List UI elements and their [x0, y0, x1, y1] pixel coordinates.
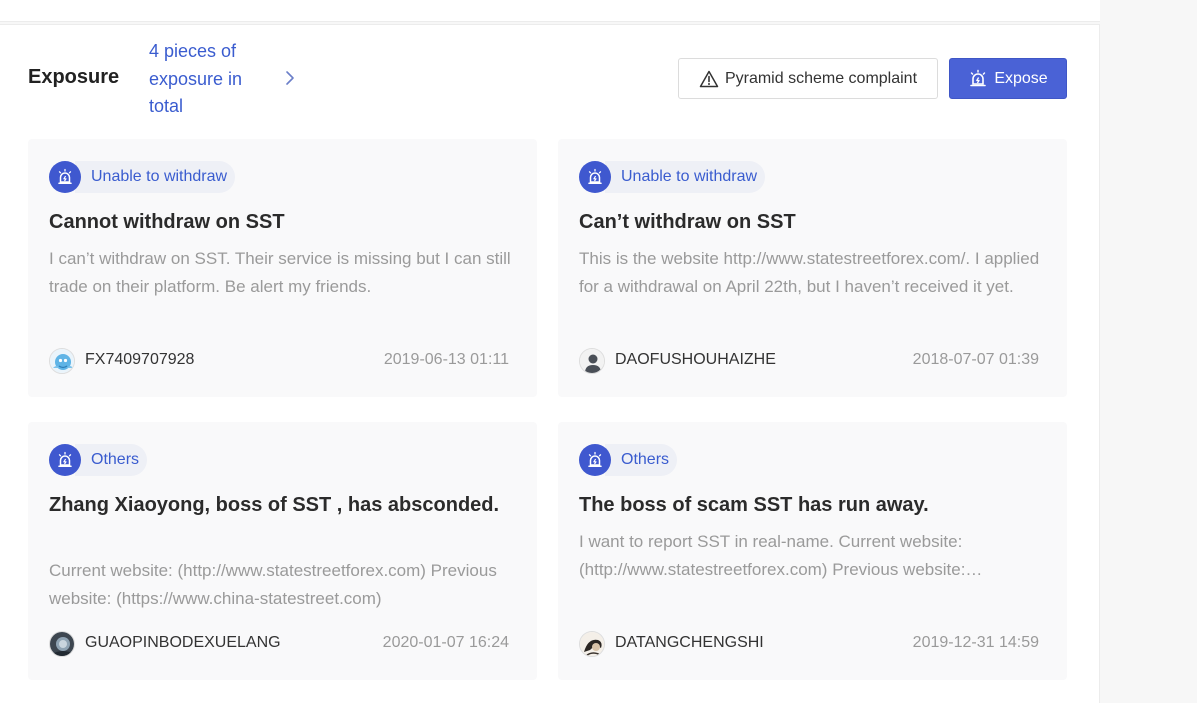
card-title: The boss of scam SST has run away.: [579, 494, 929, 516]
expose-label: Expose: [994, 69, 1048, 87]
card-title: Zhang Xiaoyong, boss of SST , has abscon…: [49, 494, 500, 516]
category-tag-label: Unable to withdraw: [605, 161, 766, 193]
username[interactable]: DAOFUSHOUHAIZHE: [615, 351, 776, 369]
exposure-count-link[interactable]: 4 pieces of exposure in total: [149, 38, 269, 121]
card-title: Cannot withdraw on SST: [49, 211, 285, 233]
exposure-card[interactable]: Others Zhang Xiaoyong, boss of SST , has…: [28, 422, 537, 680]
category-tag: Others: [49, 444, 148, 476]
expose-button[interactable]: Expose: [949, 58, 1067, 99]
username[interactable]: GUAOPINBODEXUELANG: [85, 634, 281, 652]
post-date: 2020-01-07 16:24: [382, 634, 509, 651]
card-body: This is the website http://www.statestre…: [579, 249, 1040, 296]
avatar: [49, 348, 75, 374]
card-body: Current website: (http://www.statestreet…: [49, 561, 497, 608]
category-tag-label: Others: [605, 444, 678, 476]
post-date: 2019-12-31 14:59: [912, 634, 1039, 651]
page-title: Exposure: [28, 66, 120, 88]
category-tag-label: Unable to withdraw: [75, 161, 236, 193]
pyramid-complaint-button[interactable]: Pyramid scheme complaint: [678, 58, 938, 99]
chevron-right-icon[interactable]: [283, 68, 297, 88]
card-body: I can’t withdraw on SST. Their service i…: [49, 249, 511, 296]
warning-icon: [699, 70, 719, 87]
alarm-icon: [49, 161, 81, 193]
category-tag: Unable to withdraw: [49, 161, 236, 193]
pyramid-complaint-label: Pyramid scheme complaint: [724, 69, 918, 87]
avatar: [49, 631, 75, 657]
alarm-icon: [49, 444, 81, 476]
post-date: 2018-07-07 01:39: [912, 351, 1039, 368]
top-divider-strip: [0, 0, 1100, 22]
card-body: I want to report SST in real-name. Curre…: [579, 532, 966, 579]
alarm-icon: [970, 69, 987, 86]
category-tag: Unable to withdraw: [579, 161, 766, 193]
category-tag-label: Others: [75, 444, 148, 476]
exposure-card[interactable]: Unable to withdraw Can’t withdraw on SST…: [558, 139, 1067, 397]
exposure-card[interactable]: Others The boss of scam SST has run away…: [558, 422, 1067, 680]
avatar: [579, 348, 605, 374]
exposure-panel: Exposure 4 pieces of exposure in total P…: [0, 24, 1100, 703]
exposure-card[interactable]: Unable to withdraw Cannot withdraw on SS…: [28, 139, 537, 397]
avatar: [579, 631, 605, 657]
card-title: Can’t withdraw on SST: [579, 211, 796, 233]
alarm-icon: [579, 161, 611, 193]
category-tag: Others: [579, 444, 678, 476]
username[interactable]: FX7409707928: [85, 351, 194, 369]
alarm-icon: [579, 444, 611, 476]
post-date: 2019-06-13 01:11: [383, 351, 509, 368]
username[interactable]: DATANGCHENGSHI: [615, 634, 764, 652]
